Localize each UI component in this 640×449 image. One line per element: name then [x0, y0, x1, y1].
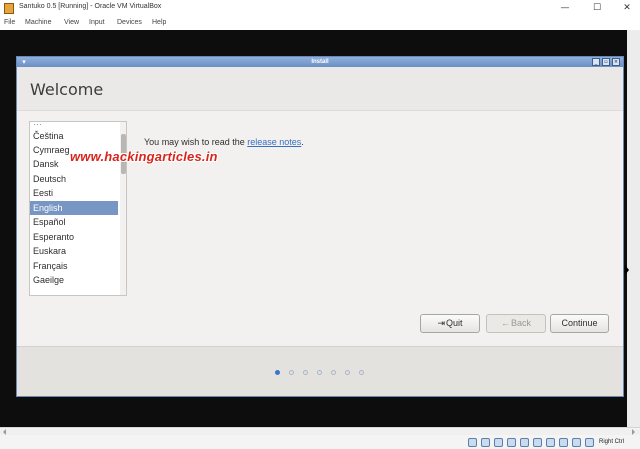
list-item-partial[interactable]: …	[30, 288, 118, 295]
step-dot	[345, 370, 350, 375]
menu-file[interactable]: File	[4, 19, 15, 26]
menu-input[interactable]: Input	[89, 19, 105, 26]
page-title: Welcome	[30, 80, 104, 99]
list-item[interactable]: Français	[30, 259, 118, 273]
vm-display-edge	[627, 30, 640, 427]
virtualization-icon[interactable]	[572, 438, 581, 447]
window-title: Santuko 0.5 [Running] - Oracle VM Virtua…	[19, 3, 162, 10]
virtualbox-window: Santuko 0.5 [Running] - Oracle VM Virtua…	[0, 0, 640, 449]
list-item-partial[interactable]: …	[30, 122, 118, 129]
horizontal-scrollbar[interactable]	[0, 429, 640, 435]
menu-devices[interactable]: Devices	[117, 19, 142, 26]
step-dot	[331, 370, 336, 375]
back-label: Back	[510, 318, 531, 328]
back-button[interactable]: ←Back	[486, 314, 546, 333]
virtualbox-app-icon	[4, 3, 14, 14]
step-indicator	[17, 346, 623, 396]
dialog-minimize-icon[interactable]: _	[592, 58, 600, 66]
window-titlebar: Santuko 0.5 [Running] - Oracle VM Virtua…	[0, 0, 640, 17]
list-item-selected[interactable]: English	[30, 201, 118, 215]
minimize-button[interactable]: —	[551, 1, 579, 15]
dialog-maximize-icon[interactable]: ▫	[602, 58, 610, 66]
step-dot	[289, 370, 294, 375]
menu-view[interactable]: View	[64, 19, 79, 26]
list-item[interactable]: Español	[30, 215, 118, 229]
menu-machine[interactable]: Machine	[25, 19, 51, 26]
quit-label: Quit	[446, 318, 463, 328]
language-list[interactable]: … Čeština Cymraeg Dansk Deutsch Eesti En…	[29, 121, 127, 296]
continue-button[interactable]: Continue	[550, 314, 609, 333]
step-dot	[359, 370, 364, 375]
mouse-cursor-icon	[625, 265, 629, 275]
dialog-title: Install	[311, 59, 329, 65]
exit-icon: ⇥	[437, 318, 446, 328]
scroll-left-icon[interactable]	[3, 429, 6, 435]
network-icon[interactable]	[507, 438, 516, 447]
list-item[interactable]: Deutsch	[30, 172, 118, 186]
shared-folders-icon[interactable]	[533, 438, 542, 447]
release-notes-link[interactable]: release notes	[247, 137, 301, 147]
dialog-close-icon[interactable]: ×	[612, 58, 620, 66]
optical-drive-icon[interactable]	[481, 438, 490, 447]
list-item[interactable]: Eesti	[30, 186, 118, 200]
display-icon[interactable]	[546, 438, 555, 447]
release-notes-prefix: You may wish to read the	[144, 137, 248, 147]
continue-label: Continue	[561, 318, 598, 328]
list-item[interactable]: Esperanto	[30, 230, 118, 244]
mouse-integration-icon[interactable]	[585, 438, 594, 447]
audio-icon[interactable]	[494, 438, 503, 447]
scroll-right-icon[interactable]	[632, 429, 635, 435]
dialog-header: Welcome	[17, 67, 623, 111]
release-notes-suffix: .	[301, 137, 304, 147]
step-dot	[317, 370, 322, 375]
menu-bar: File Machine View Input Devices Help	[0, 17, 640, 30]
dialog-titlebar: ▾ Install _ ▫ ×	[17, 57, 623, 67]
step-dot-active	[275, 370, 280, 375]
maximize-button[interactable]: ☐	[583, 1, 611, 15]
list-item[interactable]: Čeština	[30, 129, 118, 143]
quit-button[interactable]: ⇥Quit	[420, 314, 480, 333]
list-item[interactable]: Euskara	[30, 244, 118, 258]
install-dialog: ▾ Install _ ▫ × Welcome … Čeština Cymrae…	[16, 56, 624, 397]
status-bar: Right Ctrl	[0, 427, 640, 449]
back-arrow-icon: ←	[500, 318, 510, 328]
hard-disk-icon[interactable]	[468, 438, 477, 447]
host-key-label: Right Ctrl	[599, 439, 625, 445]
close-button[interactable]: ✕	[613, 1, 640, 15]
release-notes-text: You may wish to read the release notes.	[144, 137, 304, 147]
video-capture-icon[interactable]	[559, 438, 568, 447]
watermark-text: www.hackingarticles.in	[70, 149, 218, 164]
list-item[interactable]: Gaeilge	[30, 273, 118, 287]
step-dot	[303, 370, 308, 375]
menu-help[interactable]: Help	[152, 19, 166, 26]
usb-icon[interactable]	[520, 438, 529, 447]
